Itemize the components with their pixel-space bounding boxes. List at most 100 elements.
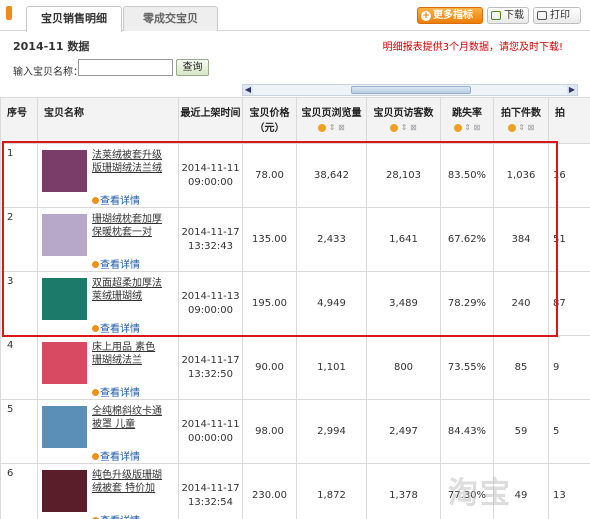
bounce-rate-cell: 84.43% xyxy=(440,399,494,464)
product-name-link[interactable]: 法莱绒被套升级版珊瑚绒法兰绒 xyxy=(92,149,164,189)
sort-icon[interactable]: ⇕ ⊠ xyxy=(367,123,440,132)
bounce-rate-cell: 83.50% xyxy=(440,143,494,208)
row-seq: 3 xyxy=(0,271,38,336)
listed-clock: 13:32:43 xyxy=(188,240,233,252)
product-thumbnail[interactable] xyxy=(42,213,87,256)
product-name-link[interactable]: 珊瑚绒枕套加厚保暖枕套一对 xyxy=(92,213,164,253)
product-thumbnail[interactable] xyxy=(42,405,87,448)
detail-icon xyxy=(92,197,99,204)
view-detail-link[interactable]: 查看详情 xyxy=(92,448,140,463)
listed-date: 2014-11-13 xyxy=(181,290,240,302)
col-bounce-rate[interactable]: 跳失率 ⇕ ⊠ xyxy=(440,97,494,144)
sort-icon[interactable]: ⇕ ⊠ xyxy=(441,123,493,132)
more-metrics-label: 更多指标 xyxy=(433,10,473,21)
detail-icon xyxy=(92,325,99,332)
extra-cell: 5 xyxy=(548,399,590,464)
print-button[interactable]: 打印 xyxy=(533,7,581,24)
col-name: 宝贝名称 xyxy=(37,97,179,144)
price-cell: 78.00 xyxy=(242,143,297,208)
product-thumbnail[interactable] xyxy=(42,341,87,384)
view-detail-link[interactable]: 查看详情 xyxy=(92,256,140,271)
col-page-views-label: 宝贝页浏览量 xyxy=(301,108,362,119)
view-detail-link[interactable]: 查看详情 xyxy=(92,384,140,399)
row-seq: 2 xyxy=(0,207,38,272)
sort-icon[interactable]: ⇕ ⊠ xyxy=(494,123,548,132)
listed-time-cell: 2014-11-11 00:00:00 xyxy=(178,399,243,464)
product-thumbnail[interactable] xyxy=(42,469,87,512)
col-extra: 拍 xyxy=(548,97,590,144)
top-tab-bar: 宝贝销售明细 零成交宝贝 + 更多指标 下载 打印 xyxy=(0,0,590,32)
col-page-views[interactable]: 宝贝页浏览量 ⇕ ⊠ xyxy=(296,97,367,144)
col-visitors[interactable]: 宝贝页访客数 ⇕ ⊠ xyxy=(366,97,441,144)
table-header-row: 序号 宝贝名称 最近上架时间 宝贝价格（元） 宝贝页浏览量 ⇕ ⊠ 宝贝页访客数… xyxy=(0,97,590,144)
product-name-link[interactable]: 床上用品 素色珊瑚绒法兰 xyxy=(92,341,164,381)
section-marker xyxy=(6,6,12,20)
price-cell: 230.00 xyxy=(242,463,297,519)
product-name-link[interactable]: 全纯棉斜纹卡通被罩 儿童 xyxy=(92,405,164,445)
extra-cell: 87 xyxy=(548,271,590,336)
row-seq: 4 xyxy=(0,335,38,400)
listed-clock: 09:00:00 xyxy=(188,176,233,188)
product-name-link[interactable]: 纯色升级版珊瑚绒被套 特价加 xyxy=(92,469,164,509)
view-detail-link[interactable]: 查看详情 xyxy=(92,192,140,207)
listed-date: 2014-11-17 xyxy=(181,482,240,494)
col-order-qty[interactable]: 拍下件数 ⇕ ⊠ xyxy=(493,97,549,144)
view-detail-label: 查看详情 xyxy=(100,195,140,207)
page-views-cell: 2,994 xyxy=(296,399,367,464)
price-cell: 98.00 xyxy=(242,399,297,464)
scrollbar-thumb[interactable] xyxy=(351,86,471,94)
product-thumbnail[interactable] xyxy=(42,277,87,320)
listed-time-cell: 2014-11-17 13:32:50 xyxy=(178,335,243,400)
tab-sales-detail[interactable]: 宝贝销售明细 xyxy=(26,6,122,32)
listed-date: 2014-11-17 xyxy=(181,354,240,366)
page-views-cell: 1,101 xyxy=(296,335,367,400)
detail-icon xyxy=(92,453,99,460)
download-button[interactable]: 下载 xyxy=(487,7,529,24)
listed-clock: 00:00:00 xyxy=(188,432,233,444)
scroll-left-icon[interactable]: ◀ xyxy=(243,85,253,95)
extra-cell: 51 xyxy=(548,207,590,272)
bounce-rate-cell: 73.55% xyxy=(440,335,494,400)
visitors-cell: 28,103 xyxy=(366,143,441,208)
visitors-cell: 1,641 xyxy=(366,207,441,272)
search-label: 输入宝贝名称： xyxy=(13,67,83,78)
col-order-qty-label: 拍下件数 xyxy=(501,108,541,119)
extra-cell: 16 xyxy=(548,143,590,208)
download-icon xyxy=(491,11,501,20)
listed-date: 2014-11-11 xyxy=(181,162,240,174)
product-cell: 双面超柔加厚法莱绒珊瑚绒查看详情 xyxy=(37,271,179,336)
listed-time-cell: 2014-11-11 09:00:00 xyxy=(178,143,243,208)
col-price[interactable]: 宝贝价格（元） xyxy=(242,97,297,144)
page-views-cell: 2,433 xyxy=(296,207,367,272)
download-notice: 明细报表提供3个月数据，请您及时下载! xyxy=(382,42,563,53)
scroll-right-icon[interactable]: ▶ xyxy=(567,85,577,95)
listed-clock: 09:00:00 xyxy=(188,304,233,316)
plus-icon: + xyxy=(421,11,431,21)
product-name-link[interactable]: 双面超柔加厚法莱绒珊瑚绒 xyxy=(92,277,164,317)
query-button[interactable]: 查询 xyxy=(176,59,209,76)
view-detail-link[interactable]: 查看详情 xyxy=(92,512,140,519)
col-listed-time[interactable]: 最近上架时间 xyxy=(178,97,243,144)
sort-icon[interactable]: ⇕ ⊠ xyxy=(297,123,366,132)
product-thumbnail[interactable] xyxy=(42,149,87,192)
product-name-search-input[interactable] xyxy=(78,59,173,76)
horizontal-scrollbar[interactable]: ◀ ▶ xyxy=(242,84,578,96)
product-cell: 全纯棉斜纹卡通被罩 儿童查看详情 xyxy=(37,399,179,464)
listed-date: 2014-11-17 xyxy=(181,226,240,238)
order-qty-cell: 240 xyxy=(493,271,549,336)
extra-cell: 9 xyxy=(548,335,590,400)
view-detail-link[interactable]: 查看详情 xyxy=(92,320,140,335)
table-row: 4 床上用品 素色珊瑚绒法兰 查看详情 2014-11-17 13:32:50 90.00… xyxy=(0,335,590,400)
product-cell: 纯色升级版珊瑚绒被套 特价加查看详情 xyxy=(37,463,179,519)
more-metrics-button[interactable]: + 更多指标 xyxy=(417,7,483,24)
sales-detail-table: 序号 宝贝名称 最近上架时间 宝贝价格（元） 宝贝页浏览量 ⇕ ⊠ 宝贝页访客数… xyxy=(0,97,590,519)
product-cell: 法莱绒被套升级版珊瑚绒法兰绒查看详情 xyxy=(37,143,179,208)
order-qty-cell: 59 xyxy=(493,399,549,464)
table-row: 5 全纯棉斜纹卡通被罩 儿童 查看详情 2014-11-11 00:00:00 98.00… xyxy=(0,399,590,464)
visitors-cell: 2,497 xyxy=(366,399,441,464)
listed-time-cell: 2014-11-17 13:32:54 xyxy=(178,463,243,519)
tab-zero-sales[interactable]: 零成交宝贝 xyxy=(123,6,218,31)
row-seq: 6 xyxy=(0,463,38,519)
row-seq: 5 xyxy=(0,399,38,464)
col-listed-time-label: 最近上架时间 xyxy=(180,108,241,119)
